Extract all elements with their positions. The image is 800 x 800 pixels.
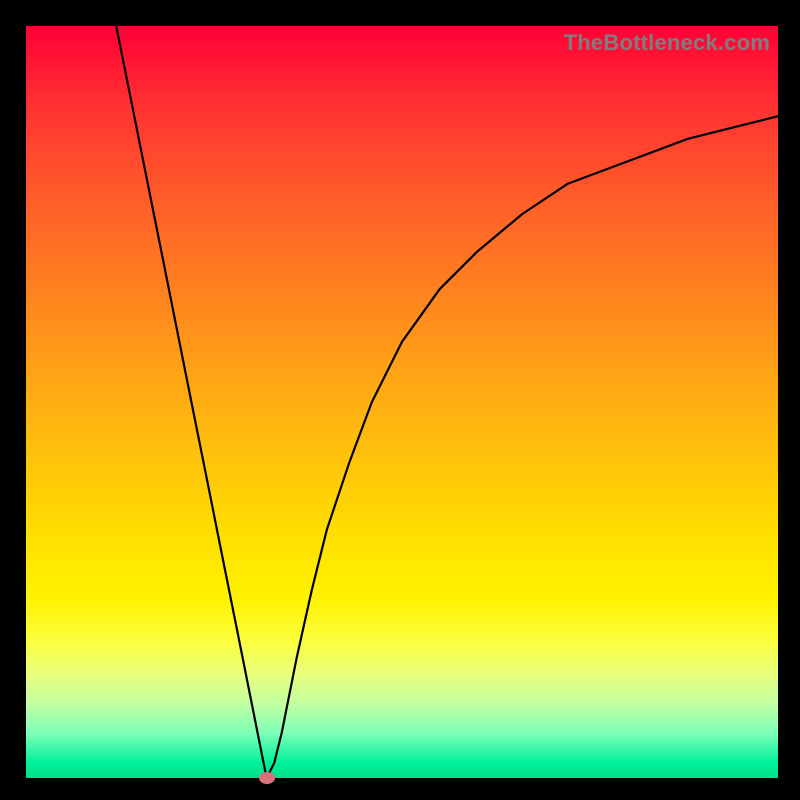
- minimum-marker: [259, 772, 275, 784]
- plot-area: TheBottleneck.com: [26, 26, 778, 778]
- curve-svg: [26, 26, 778, 778]
- chart-frame: TheBottleneck.com: [0, 0, 800, 800]
